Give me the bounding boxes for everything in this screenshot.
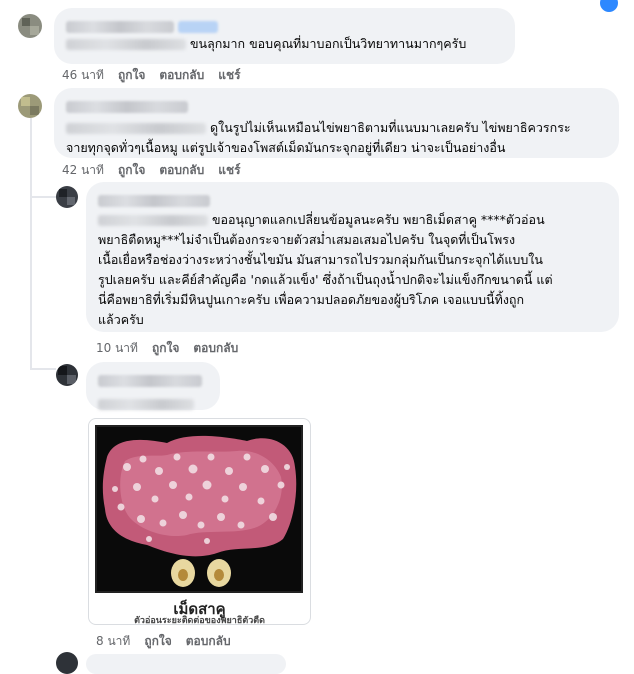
comment-actions: 8 นาที ถูกใจ ตอบกลับ <box>96 632 231 651</box>
comment-text-line: ดูในรูปไม่เห็นเหมือนไข่พยาธิตามที่แนบมาเ… <box>209 120 571 135</box>
author-name[interactable] <box>66 20 174 33</box>
thread-line <box>30 196 56 198</box>
thread-line <box>30 368 56 370</box>
comment-text-line: พยาธิตืดหมู***ไม่จำเป็นต้องกระจายตัวสม่ำ… <box>98 232 516 247</box>
comment-actions: 42 นาที ถูกใจ ตอบกลับ แชร์ <box>62 161 241 180</box>
comment-text-line: เนื้อเยื่อหรือช่องว่างระหว่างชั้นไขมัน ม… <box>98 252 543 267</box>
comment-bubble <box>86 654 286 674</box>
share-button[interactable]: แชร์ <box>218 66 240 85</box>
comment-bubble: ดูในรูปไม่เห็นเหมือนไข่พยาธิตามที่แนบมาเ… <box>54 88 619 158</box>
redacted-text <box>98 215 208 226</box>
comment-text-line: แล้วครับ <box>98 312 144 327</box>
comment-text-line: รูปเลยครับ และคีย์สำคัญคือ 'กดแล้วแข็ง' … <box>98 272 553 287</box>
like-button[interactable]: ถูกใจ <box>144 632 171 651</box>
like-button[interactable]: ถูกใจ <box>118 66 145 85</box>
comment-actions: 46 นาที ถูกใจ ตอบกลับ แชร์ <box>62 66 241 85</box>
comment-text-line: นี่คือพยาธิที่เริ่มมีหินปูนเกาะครับ เพื่… <box>98 292 525 307</box>
reply-button[interactable]: ตอบกลับ <box>193 339 238 358</box>
user-avatar-icon[interactable] <box>18 14 42 38</box>
comment-text-line: จายทุกจุดทั่วๆเนื้อหมู แต่รูปเจ้าของโพสต… <box>66 140 506 155</box>
parasite-photo <box>95 425 303 593</box>
user-avatar-icon[interactable] <box>56 652 78 674</box>
comment-text-line: ขออนุญาตแลกเปลี่ยนข้อมูลนะครับ พยาธิเม็ด… <box>211 212 545 227</box>
comment-bubble: ขออนุญาตแลกเปลี่ยนข้อมูลนะครับ พยาธิเม็ด… <box>86 182 619 332</box>
comment-actions: 10 นาที ถูกใจ ตอบกลับ <box>96 339 238 358</box>
comment-bubble: ขนลุกมาก ขอบคุณที่มาบอกเป็นวิทยาทานมากๆค… <box>54 8 515 64</box>
user-avatar-icon[interactable] <box>56 186 78 208</box>
comment-bubble <box>86 362 220 410</box>
user-avatar-icon[interactable] <box>56 364 78 386</box>
redacted-text <box>66 39 186 50</box>
user-avatar-icon[interactable] <box>18 94 42 118</box>
author-name[interactable] <box>66 100 188 113</box>
image-caption-subtitle: ตัวอ่อนระยะติดต่อของพยาธิตัวตืด <box>134 616 265 625</box>
reply-button[interactable]: ตอบกลับ <box>159 66 204 85</box>
comment-time: 46 นาที <box>62 68 104 82</box>
author-name[interactable] <box>177 20 218 33</box>
thread-line <box>30 118 32 368</box>
like-button[interactable]: ถูกใจ <box>152 339 179 358</box>
comment-time: 42 นาที <box>62 163 104 177</box>
attached-image[interactable]: เม็ดสาคู ตัวอ่อนระยะติดต่อของพยาธิตัวตืด <box>88 418 311 625</box>
redacted-text <box>98 399 194 410</box>
redacted-text <box>66 123 206 134</box>
like-button[interactable]: ถูกใจ <box>118 161 145 180</box>
author-name[interactable] <box>98 194 210 207</box>
comment-text: ขนลุกมาก ขอบคุณที่มาบอกเป็นวิทยาทานมากๆค… <box>189 36 467 51</box>
meat-image-icon <box>97 427 301 591</box>
reply-button[interactable]: ตอบกลับ <box>159 161 204 180</box>
comment-time: 10 นาที <box>96 341 138 355</box>
notification-dot-icon <box>600 0 618 12</box>
reply-button[interactable]: ตอบกลับ <box>186 632 231 651</box>
comment-time: 8 นาที <box>96 634 131 648</box>
share-button[interactable]: แชร์ <box>218 161 240 180</box>
author-name[interactable] <box>98 374 202 387</box>
